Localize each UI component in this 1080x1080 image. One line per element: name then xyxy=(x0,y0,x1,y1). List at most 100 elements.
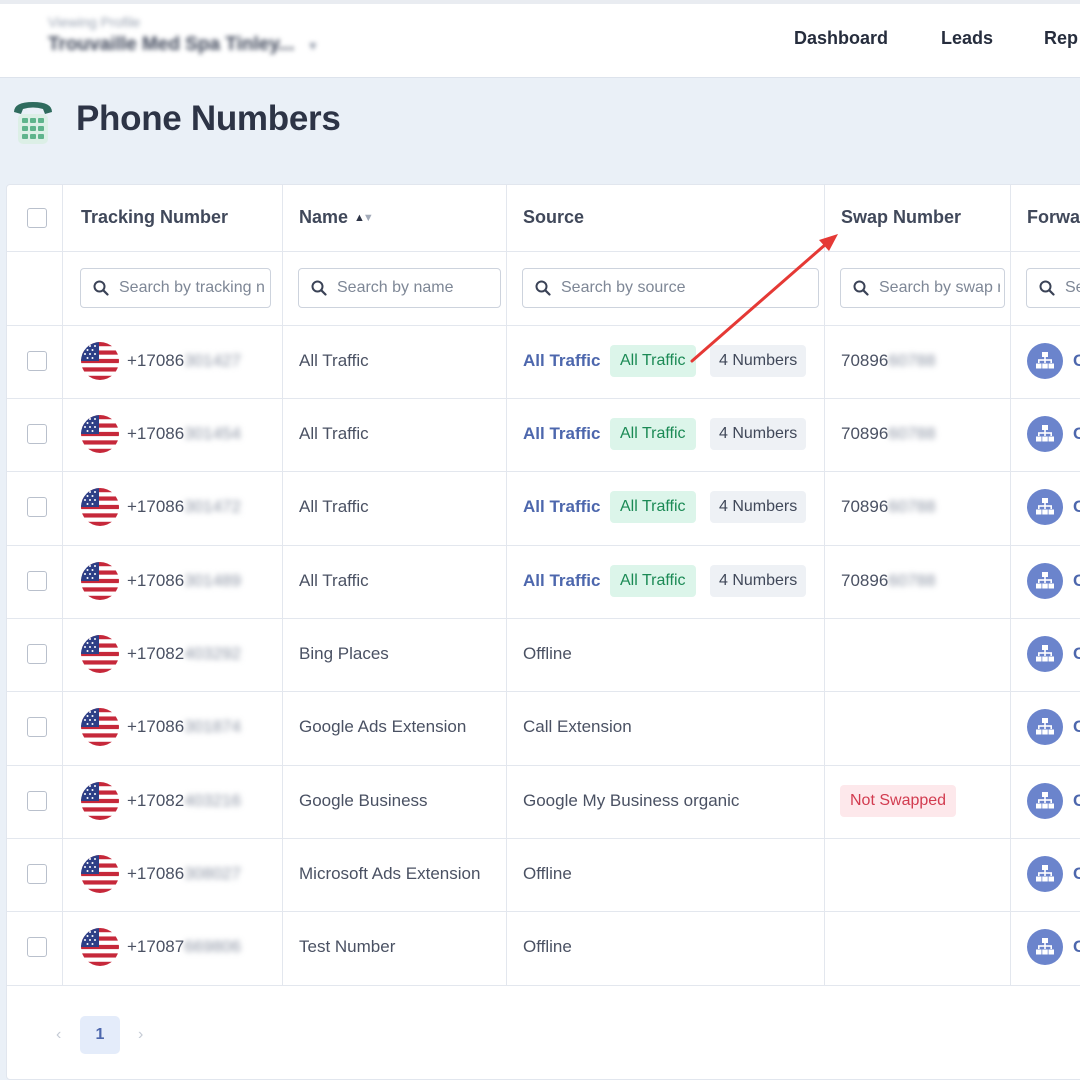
call-flow-icon[interactable] xyxy=(1027,709,1063,745)
row-checkbox[interactable] xyxy=(27,497,47,517)
nav-dashboard[interactable]: Dashboard xyxy=(794,28,888,49)
forward-label[interactable]: C xyxy=(1073,717,1080,737)
tracking-number-redacted: 403292 xyxy=(184,644,241,663)
number-name: Test Number xyxy=(299,937,396,956)
call-flow-icon[interactable] xyxy=(1027,343,1063,379)
table-row[interactable]: +17086301472 All Traffic All Traffic All Tr… xyxy=(7,471,1080,544)
swap-number-prefix: 70896 xyxy=(841,424,889,443)
search-tracking-field[interactable] xyxy=(80,268,271,308)
source-link[interactable]: All Traffic xyxy=(523,571,600,591)
number-name: Google Ads Extension xyxy=(299,717,467,736)
forward-label[interactable]: C xyxy=(1073,424,1080,444)
numbers-count-tag[interactable]: 4 Numbers xyxy=(710,565,807,597)
numbers-count-tag[interactable]: 4 Numbers xyxy=(710,345,807,377)
us-flag-icon xyxy=(81,562,119,600)
call-flow-icon[interactable] xyxy=(1027,636,1063,672)
pagination-prev[interactable]: ‹ xyxy=(56,1026,61,1044)
search-swap-field[interactable] xyxy=(840,268,1005,308)
row-checkbox[interactable] xyxy=(27,644,47,664)
call-flow-icon[interactable] xyxy=(1027,856,1063,892)
search-tracking-input[interactable] xyxy=(119,269,266,307)
us-flag-icon xyxy=(81,488,119,526)
table-row[interactable]: +17082403216 Google Business Google My Bus… xyxy=(7,765,1080,838)
nav-reports[interactable]: Rep xyxy=(1044,28,1078,49)
swap-number: 7089660788 xyxy=(841,497,936,517)
search-icon xyxy=(311,280,327,296)
table-row[interactable]: +17086301454 All Traffic All Traffic All Tr… xyxy=(7,398,1080,471)
not-swapped-badge: Not Swapped xyxy=(840,785,957,817)
forward-label[interactable]: C xyxy=(1073,864,1080,884)
nav-leads[interactable]: Leads xyxy=(941,28,993,49)
select-all-checkbox[interactable] xyxy=(27,208,47,228)
column-header-tracking-number[interactable]: Tracking Number xyxy=(81,207,228,228)
us-flag-icon xyxy=(81,855,119,893)
row-divider xyxy=(7,985,1080,986)
source-tag: All Traffic xyxy=(610,345,696,377)
swap-number-redacted: 60788 xyxy=(888,351,936,370)
source-link[interactable]: All Traffic xyxy=(523,351,600,371)
table-row[interactable]: +17087669806 Test Number Offline C xyxy=(7,911,1080,984)
search-swap-input[interactable] xyxy=(879,269,1000,307)
pagination-page-current[interactable]: 1 xyxy=(80,1016,120,1054)
forward-label[interactable]: C xyxy=(1073,571,1080,591)
tracking-number: +17086301454 xyxy=(127,424,241,444)
forward-label[interactable]: C xyxy=(1073,937,1080,957)
profile-name: Trouvaille Med Spa Tinley... xyxy=(48,34,295,55)
call-flow-icon[interactable] xyxy=(1027,929,1063,965)
row-checkbox[interactable] xyxy=(27,864,47,884)
table-row[interactable]: +17086301874 Google Ads Extension Call Ext… xyxy=(7,691,1080,764)
row-checkbox[interactable] xyxy=(27,424,47,444)
column-header-name[interactable]: Name ▲▼ xyxy=(299,207,374,228)
search-icon xyxy=(535,280,551,296)
column-header-swap-number[interactable]: Swap Number xyxy=(841,207,961,228)
table-row[interactable]: +17086301427 All Traffic All Traffic All Tr… xyxy=(7,325,1080,398)
search-forward-field[interactable] xyxy=(1026,268,1080,308)
source-text: Google My Business organic xyxy=(523,791,740,810)
number-name: All Traffic xyxy=(299,571,369,590)
table-row[interactable]: +17086301489 All Traffic All Traffic All Tr… xyxy=(7,545,1080,618)
row-checkbox[interactable] xyxy=(27,351,47,371)
forward-label[interactable]: C xyxy=(1073,351,1080,371)
number-name: All Traffic xyxy=(299,424,369,443)
table-row[interactable]: +17082403292 Bing Places Offline C xyxy=(7,618,1080,691)
swap-number-prefix: 70896 xyxy=(841,497,889,516)
column-header-name-label: Name xyxy=(299,207,349,227)
forward-label[interactable]: C xyxy=(1073,497,1080,517)
tracking-number-prefix: +17082 xyxy=(127,791,185,810)
row-checkbox[interactable] xyxy=(27,791,47,811)
forward-label[interactable]: C xyxy=(1073,644,1080,664)
us-flag-icon xyxy=(81,635,119,673)
row-checkbox[interactable] xyxy=(27,571,47,591)
numbers-count-tag[interactable]: 4 Numbers xyxy=(710,491,807,523)
profile-selector[interactable]: Viewing Profile Trouvaille Med Spa Tinle… xyxy=(48,14,319,56)
row-checkbox[interactable] xyxy=(27,937,47,957)
numbers-count-tag[interactable]: 4 Numbers xyxy=(710,418,807,450)
source-text: Call Extension xyxy=(523,717,632,736)
row-checkbox[interactable] xyxy=(27,717,47,737)
sort-ascending-icon[interactable]: ▲▼ xyxy=(354,212,374,224)
search-name-field[interactable] xyxy=(298,268,501,308)
source-link[interactable]: All Traffic xyxy=(523,497,600,517)
search-forward-input[interactable] xyxy=(1065,269,1080,307)
tracking-number-redacted: 301472 xyxy=(184,497,241,516)
call-flow-icon[interactable] xyxy=(1027,416,1063,452)
tracking-number-prefix: +17082 xyxy=(127,644,185,663)
pagination-next[interactable]: › xyxy=(138,1026,143,1044)
tracking-number-redacted: 308027 xyxy=(184,864,241,883)
table-row[interactable]: +17086308027 Microsoft Ads Extension Offli… xyxy=(7,838,1080,911)
tracking-number: +17086301427 xyxy=(127,351,241,371)
column-header-forward[interactable]: Forwa xyxy=(1027,207,1080,228)
call-flow-icon[interactable] xyxy=(1027,783,1063,819)
forward-label[interactable]: C xyxy=(1073,791,1080,811)
tracking-number-prefix: +17086 xyxy=(127,717,185,736)
call-flow-icon[interactable] xyxy=(1027,563,1063,599)
call-flow-icon[interactable] xyxy=(1027,489,1063,525)
search-icon xyxy=(93,280,109,296)
source-link[interactable]: All Traffic xyxy=(523,424,600,444)
search-source-input[interactable] xyxy=(561,269,814,307)
search-name-input[interactable] xyxy=(337,269,496,307)
search-source-field[interactable] xyxy=(522,268,819,308)
column-header-source[interactable]: Source xyxy=(523,207,584,228)
swap-number-redacted: 60788 xyxy=(888,497,936,516)
number-name: Microsoft Ads Extension xyxy=(299,864,481,883)
